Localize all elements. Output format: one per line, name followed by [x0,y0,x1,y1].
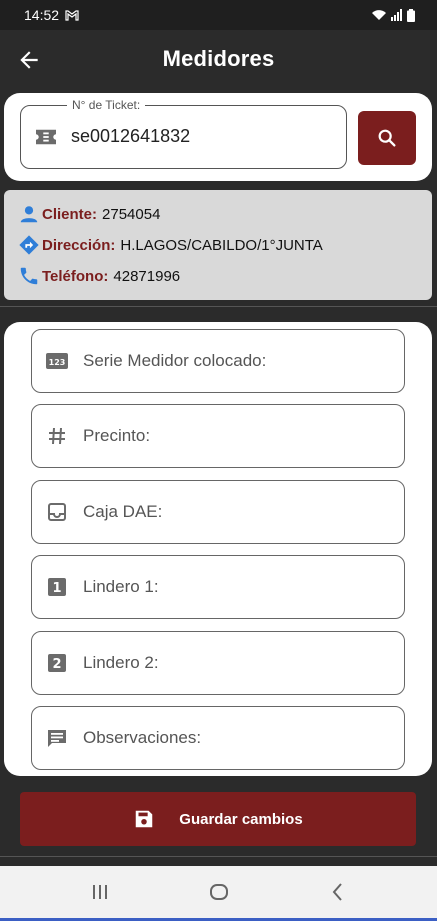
ticket-field[interactable]: N° de Ticket: se0012641832 [20,98,347,169]
system-nav-bar [0,866,437,918]
save-icon [136,810,153,828]
status-bar: 14:52 [0,0,437,30]
boundary-1-placeholder: Lindero 1: [83,577,159,596]
boundary-1-field[interactable]: 1 Lindero 1: [31,555,405,619]
looks-two-icon: 2 [45,651,69,675]
dae-box-field[interactable]: Caja DAE: [31,480,405,544]
boundary-2-placeholder: Lindero 2: [83,653,159,672]
serial-meter-placeholder: Serie Medidor colocado: [83,351,267,370]
seal-placeholder: Precinto: [83,426,151,445]
divider [0,306,437,307]
status-time: 14:52 [24,7,60,23]
phone-row: Teléfono: 42871996 [18,265,180,287]
ticket-label: N° de Ticket: [67,98,146,112]
search-icon [378,129,396,147]
client-label: Cliente: [42,205,98,223]
svg-text:123: 123 [49,358,66,367]
numbers-123-icon: 123 [45,349,69,373]
bottom-divider [0,856,437,857]
gmail-icon [65,9,79,21]
svg-text:2: 2 [52,657,61,672]
serial-meter-field[interactable]: 123 Serie Medidor colocado: [31,329,405,393]
ticket-icon [36,129,56,145]
phone-icon [20,267,38,285]
ticket-input[interactable]: se0012641832 [71,126,190,147]
inbox-icon [45,500,69,524]
status-left: 14:52 [24,7,79,23]
ticket-card: N° de Ticket: se0012641832 [4,93,432,181]
wifi-icon [372,10,386,20]
status-right [371,8,415,22]
looks-one-icon: 1 [45,575,69,599]
signal-icon [391,9,402,21]
directions-icon [19,235,39,255]
save-button-label: Guardar cambios [179,810,303,828]
meter-form: 123 Serie Medidor colocado: Precinto: Ca… [4,322,432,776]
recents-button[interactable] [80,872,120,912]
observations-field[interactable]: Observaciones: [31,706,405,770]
home-icon [209,884,228,900]
client-value: 2754054 [102,205,161,223]
back-nav-button[interactable] [318,872,358,912]
client-info-card: Cliente: 2754054 Dirección: H.LAGOS/CABI… [4,190,432,300]
svg-text:1: 1 [52,581,61,596]
phone-label: Teléfono: [42,267,109,285]
battery-icon [407,8,415,22]
app-bar: Medidores [0,30,437,88]
phone-value: 42871996 [113,267,181,285]
chevron-left-icon [332,883,342,901]
address-value: H.LAGOS/CABILDO/1°JUNTA [120,236,323,254]
boundary-2-field[interactable]: 2 Lindero 2: [31,631,405,695]
search-button[interactable] [358,111,416,165]
hash-icon [45,424,69,448]
address-row: Dirección: H.LAGOS/CABILDO/1°JUNTA [18,234,323,256]
observations-placeholder: Observaciones: [83,728,202,747]
dae-box-placeholder: Caja DAE: [83,502,163,521]
home-button[interactable] [199,872,239,912]
address-label: Dirección: [42,236,116,254]
recents-icon [92,885,107,899]
person-icon [20,206,38,223]
client-row: Cliente: 2754054 [18,203,160,225]
arrow-left-icon[interactable] [16,47,42,73]
page-title: Medidores [162,46,275,71]
seal-field[interactable]: Precinto: [31,404,405,468]
comment-icon [45,726,69,750]
save-button[interactable]: Guardar cambios [20,792,416,846]
